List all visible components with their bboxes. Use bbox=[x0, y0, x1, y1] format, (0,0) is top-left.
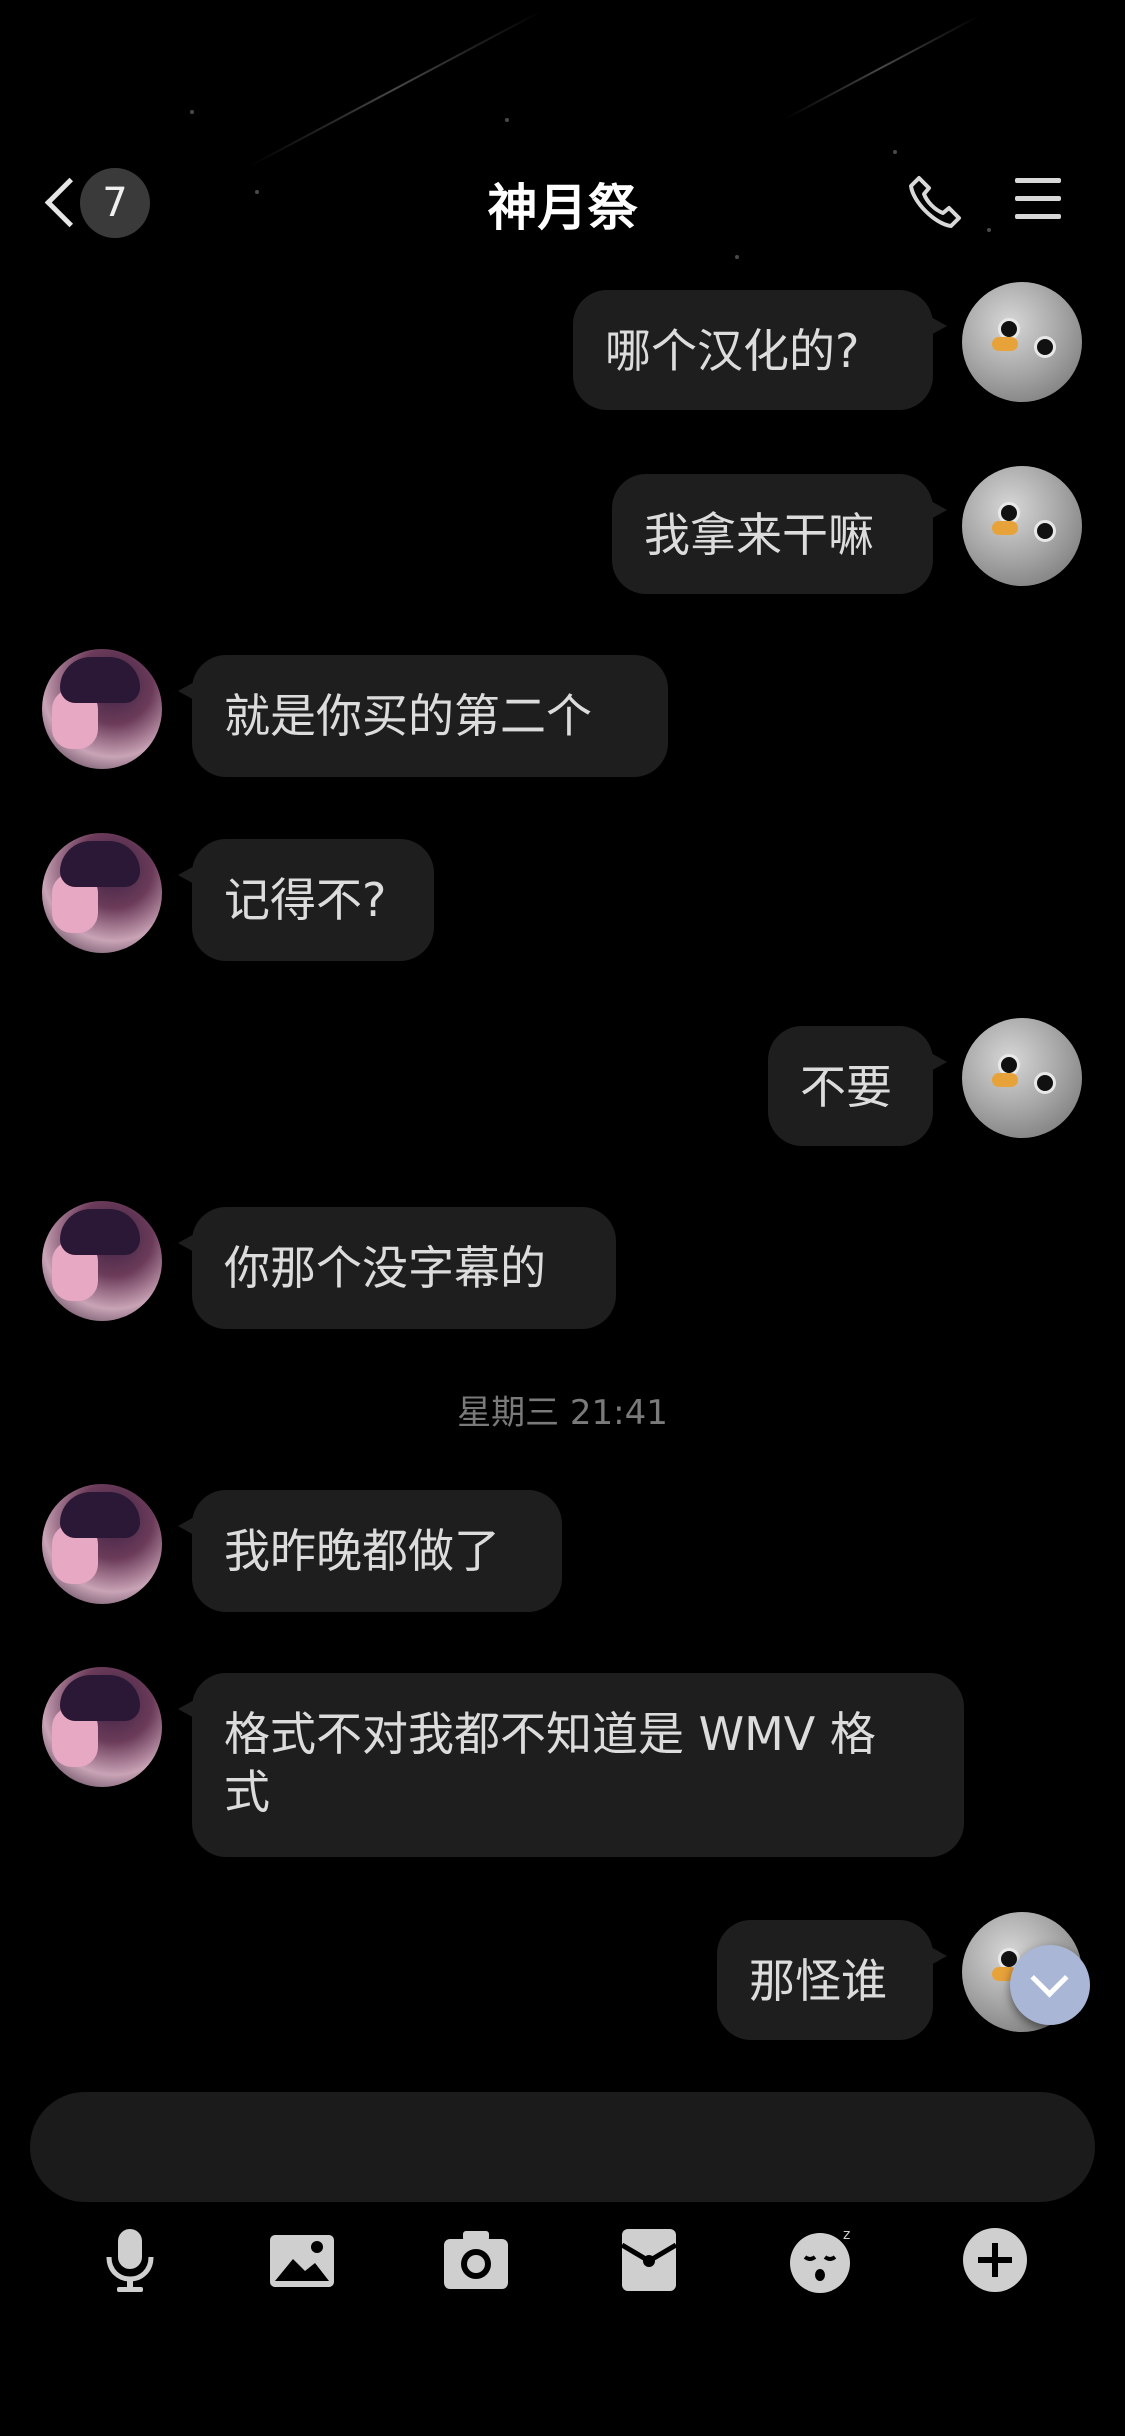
background-star bbox=[190, 110, 194, 114]
message-bubble[interactable]: 格式不对我都不知道是 WMV 格 式 bbox=[178, 1673, 964, 1857]
avatar[interactable] bbox=[42, 649, 162, 769]
avatar[interactable] bbox=[42, 1667, 162, 1787]
avatar[interactable] bbox=[962, 1018, 1082, 1138]
avatar[interactable] bbox=[42, 833, 162, 953]
microphone-icon[interactable] bbox=[95, 2225, 165, 2295]
camera-icon[interactable] bbox=[441, 2225, 511, 2295]
plus-icon[interactable] bbox=[960, 2225, 1030, 2295]
avatar[interactable] bbox=[42, 1484, 162, 1604]
scroll-to-bottom-button[interactable] bbox=[1010, 1945, 1090, 2025]
avatar[interactable] bbox=[962, 282, 1082, 402]
emoji-icon[interactable]: z bbox=[787, 2225, 857, 2295]
background-star bbox=[505, 118, 509, 122]
red-packet-icon[interactable] bbox=[614, 2225, 684, 2295]
svg-text:z: z bbox=[843, 2227, 850, 2243]
message-bubble[interactable]: 你那个没字幕的 bbox=[178, 1207, 616, 1329]
message-bubble[interactable]: 不要 bbox=[768, 1026, 947, 1146]
background-streak bbox=[249, 10, 542, 167]
message-input[interactable] bbox=[30, 2092, 1095, 2202]
image-icon[interactable] bbox=[267, 2225, 337, 2295]
avatar[interactable] bbox=[962, 466, 1082, 586]
phone-icon[interactable] bbox=[905, 172, 965, 232]
background-star bbox=[735, 255, 739, 259]
message-bubble[interactable]: 记得不? bbox=[178, 839, 434, 961]
background-streak bbox=[784, 14, 980, 120]
message-bubble[interactable]: 就是你买的第二个 bbox=[178, 655, 668, 777]
message-bubble[interactable]: 我拿来干嘛 bbox=[612, 474, 947, 594]
message-bubble[interactable]: 哪个汉化的? bbox=[573, 290, 947, 410]
menu-icon[interactable] bbox=[1015, 174, 1061, 224]
timestamp: 星期三 21:41 bbox=[457, 1393, 668, 1433]
chat-toolbar: z bbox=[0, 2225, 1125, 2305]
chat-header: 7 神月祭 bbox=[0, 150, 1125, 250]
message-bubble[interactable]: 那怪谁 bbox=[717, 1920, 947, 2040]
avatar[interactable] bbox=[42, 1201, 162, 1321]
message-bubble[interactable]: 我昨晚都做了 bbox=[178, 1490, 562, 1612]
